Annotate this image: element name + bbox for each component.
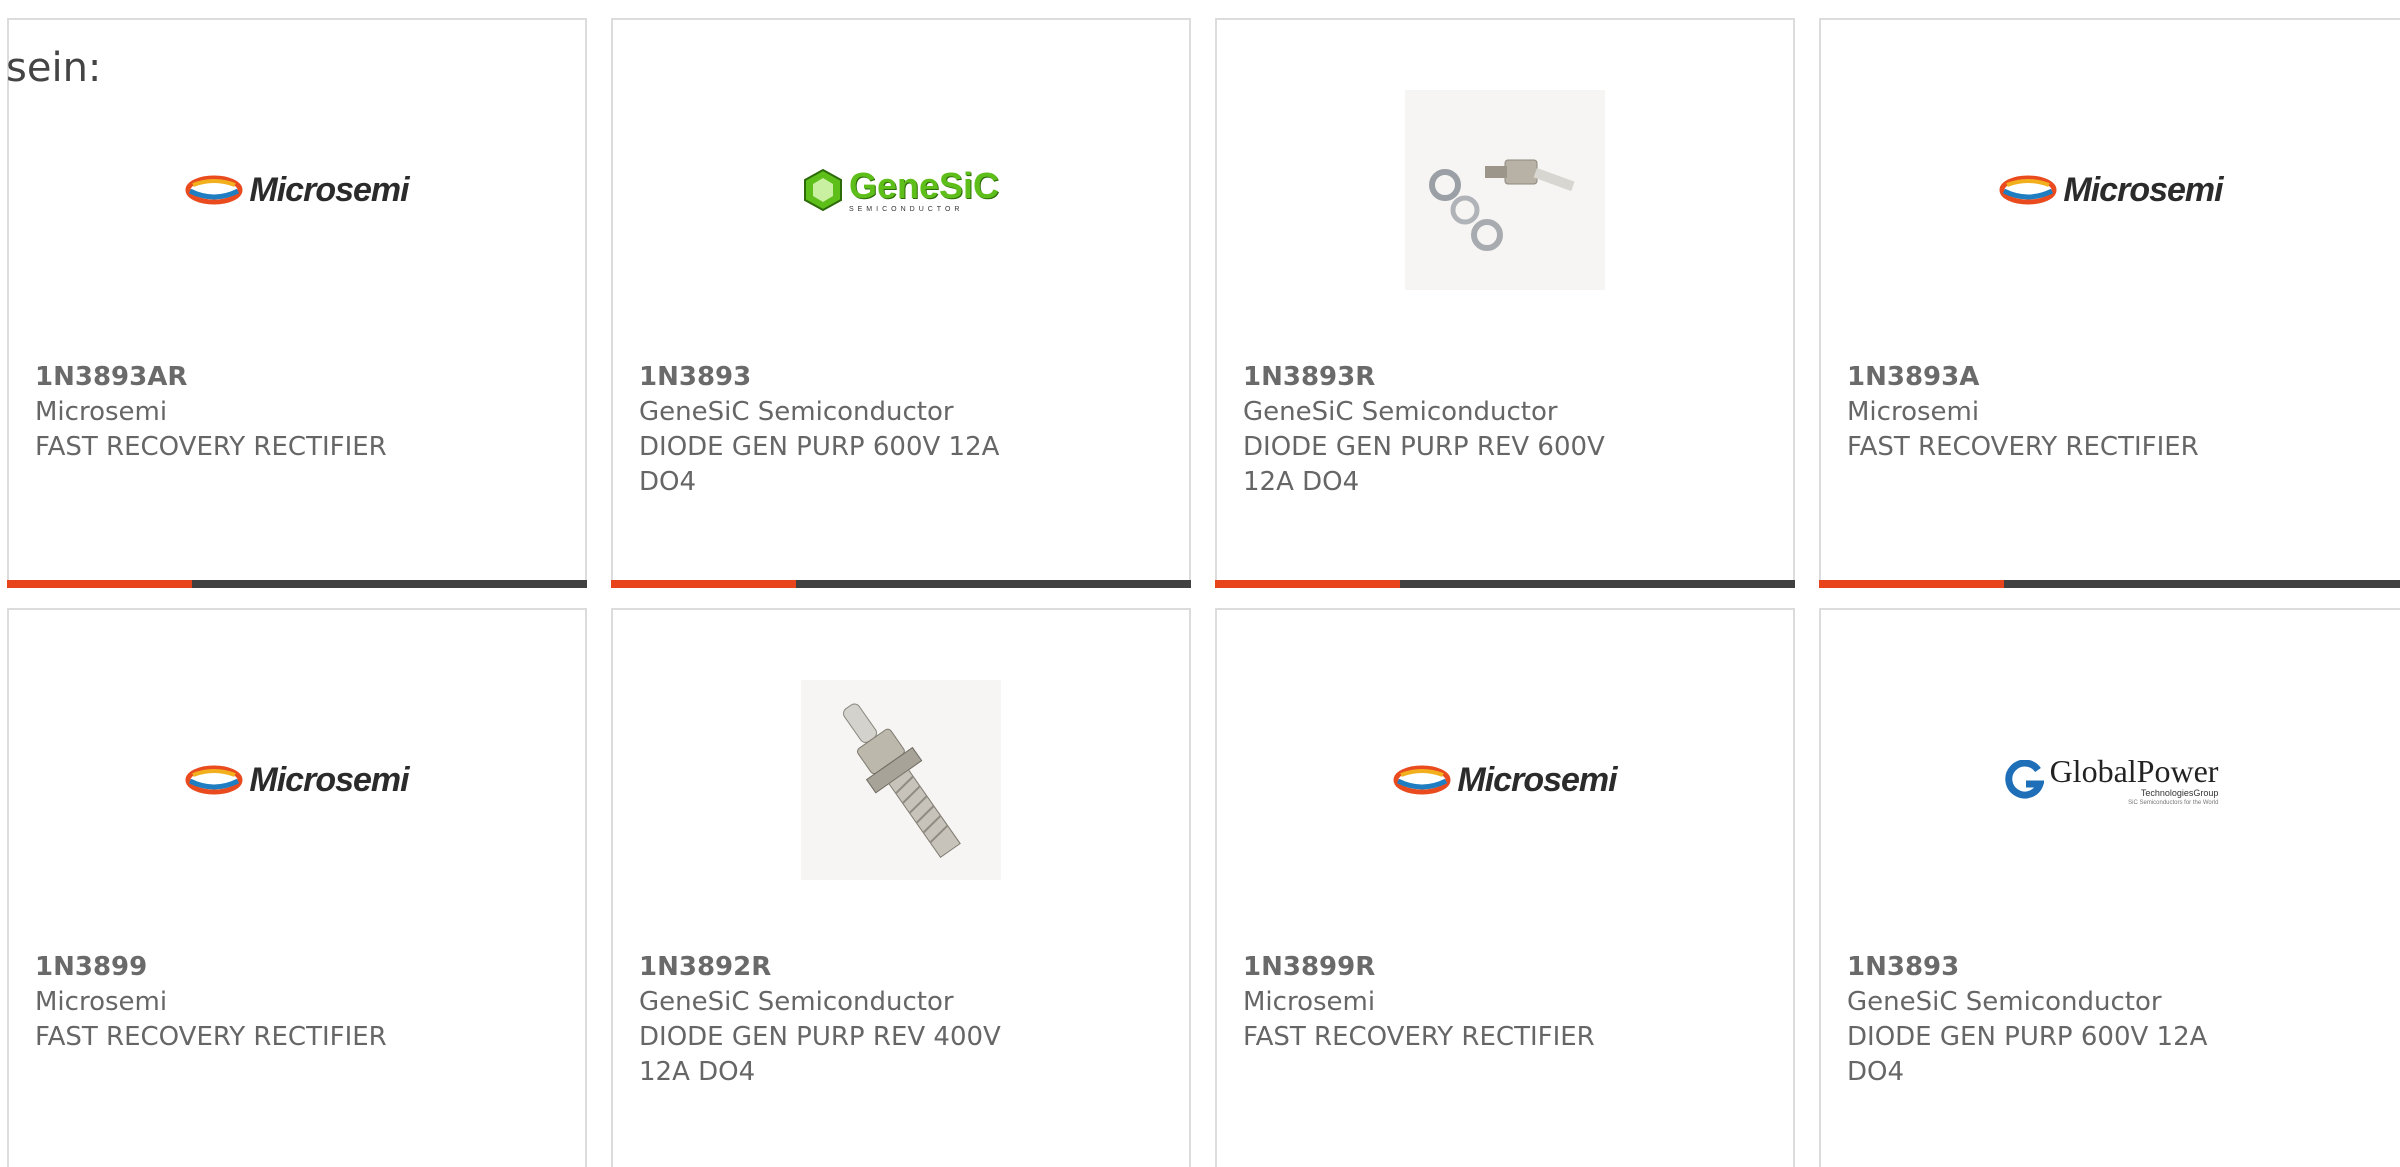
product-image: GlobalPower TechnologiesGroup SiC Semico… [1821, 680, 2400, 880]
product-card[interactable]: Microsemi 1N3899R Microsemi FAST RECOVER… [1215, 608, 1795, 1167]
card-bottom-bar [611, 580, 1191, 588]
part-number[interactable]: 1N3899 [35, 950, 455, 985]
manufacturer: Microsemi [35, 397, 168, 427]
product-card[interactable]: GlobalPower TechnologiesGroup SiC Semico… [1819, 608, 2400, 1167]
description: DIODE GEN PURP REV 600V 12A DO4 [1243, 432, 1605, 497]
part-number[interactable]: 1N3893R [1243, 360, 1663, 395]
product-card[interactable]: 1N3892R GeneSiC Semiconductor DIODE GEN … [611, 608, 1191, 1167]
product-card[interactable]: 1N3893R GeneSiC Semiconductor DIODE GEN … [1215, 18, 1795, 588]
product-image [613, 680, 1189, 880]
manufacturer: GeneSiC Semiconductor [639, 987, 954, 1017]
product-image: GeneSiC SEMICONDUCTOR [613, 90, 1189, 290]
description: FAST RECOVERY RECTIFIER [35, 1022, 387, 1052]
manufacturer: GeneSiC Semiconductor [1243, 397, 1558, 427]
part-number[interactable]: 1N3899R [1243, 950, 1663, 985]
globalpower-logo: GlobalPower TechnologiesGroup SiC Semico… [2004, 755, 2218, 806]
manufacturer: GeneSiC Semiconductor [639, 397, 954, 427]
card-bottom-bar [1819, 580, 2400, 588]
microsemi-logo: Microsemi [1999, 171, 2224, 210]
product-card[interactable]: Microsemi 1N3893A Microsemi FAST RECOVER… [1819, 18, 2400, 588]
manufacturer: Microsemi [1243, 987, 1376, 1017]
manufacturer: GeneSiC Semiconductor [1847, 987, 2162, 1017]
manufacturer: Microsemi [35, 987, 168, 1017]
description: FAST RECOVERY RECTIFIER [1243, 1022, 1595, 1052]
card-bottom-bar [7, 580, 587, 588]
description: DIODE GEN PURP 600V 12A DO4 [1847, 1022, 2208, 1087]
product-image: Microsemi [1217, 680, 1793, 880]
part-number[interactable]: 1N3893 [639, 360, 1059, 395]
part-number[interactable]: 1N3893AR [35, 360, 455, 395]
microsemi-logo: Microsemi [185, 761, 410, 800]
product-image: Microsemi [9, 680, 585, 880]
product-card[interactable]: Microsemi 1N3893AR Microsemi FAST RECOVE… [7, 18, 587, 588]
genesic-logo: GeneSiC SEMICONDUCTOR [803, 167, 999, 213]
product-grid-page: sein: Microsemi 1N3893AR Microsemi FAST … [0, 0, 2400, 1167]
product-image: Microsemi [1821, 90, 2400, 290]
part-number[interactable]: 1N3892R [639, 950, 1059, 985]
description: DIODE GEN PURP REV 400V 12A DO4 [639, 1022, 1001, 1087]
description: FAST RECOVERY RECTIFIER [1847, 432, 2199, 462]
part-number[interactable]: 1N3893A [1847, 360, 2267, 395]
manufacturer: Microsemi [1847, 397, 1980, 427]
description: DIODE GEN PURP 600V 12A DO4 [639, 432, 1000, 497]
part-number[interactable]: 1N3893 [1847, 950, 2267, 985]
stud-diode-with-washers-photo [1405, 90, 1605, 290]
product-card[interactable]: GeneSiC SEMICONDUCTOR 1N3893 GeneSiC Sem… [611, 18, 1191, 588]
product-card[interactable]: Microsemi 1N3899 Microsemi FAST RECOVERY… [7, 608, 587, 1167]
card-bottom-bar [1215, 580, 1795, 588]
microsemi-logo: Microsemi [1393, 761, 1618, 800]
intro-text: sein: [6, 45, 102, 91]
product-image [1217, 90, 1793, 290]
microsemi-logo: Microsemi [185, 171, 410, 210]
product-image: Microsemi [9, 90, 585, 290]
stud-diode-photo [801, 680, 1001, 880]
description: FAST RECOVERY RECTIFIER [35, 432, 387, 462]
